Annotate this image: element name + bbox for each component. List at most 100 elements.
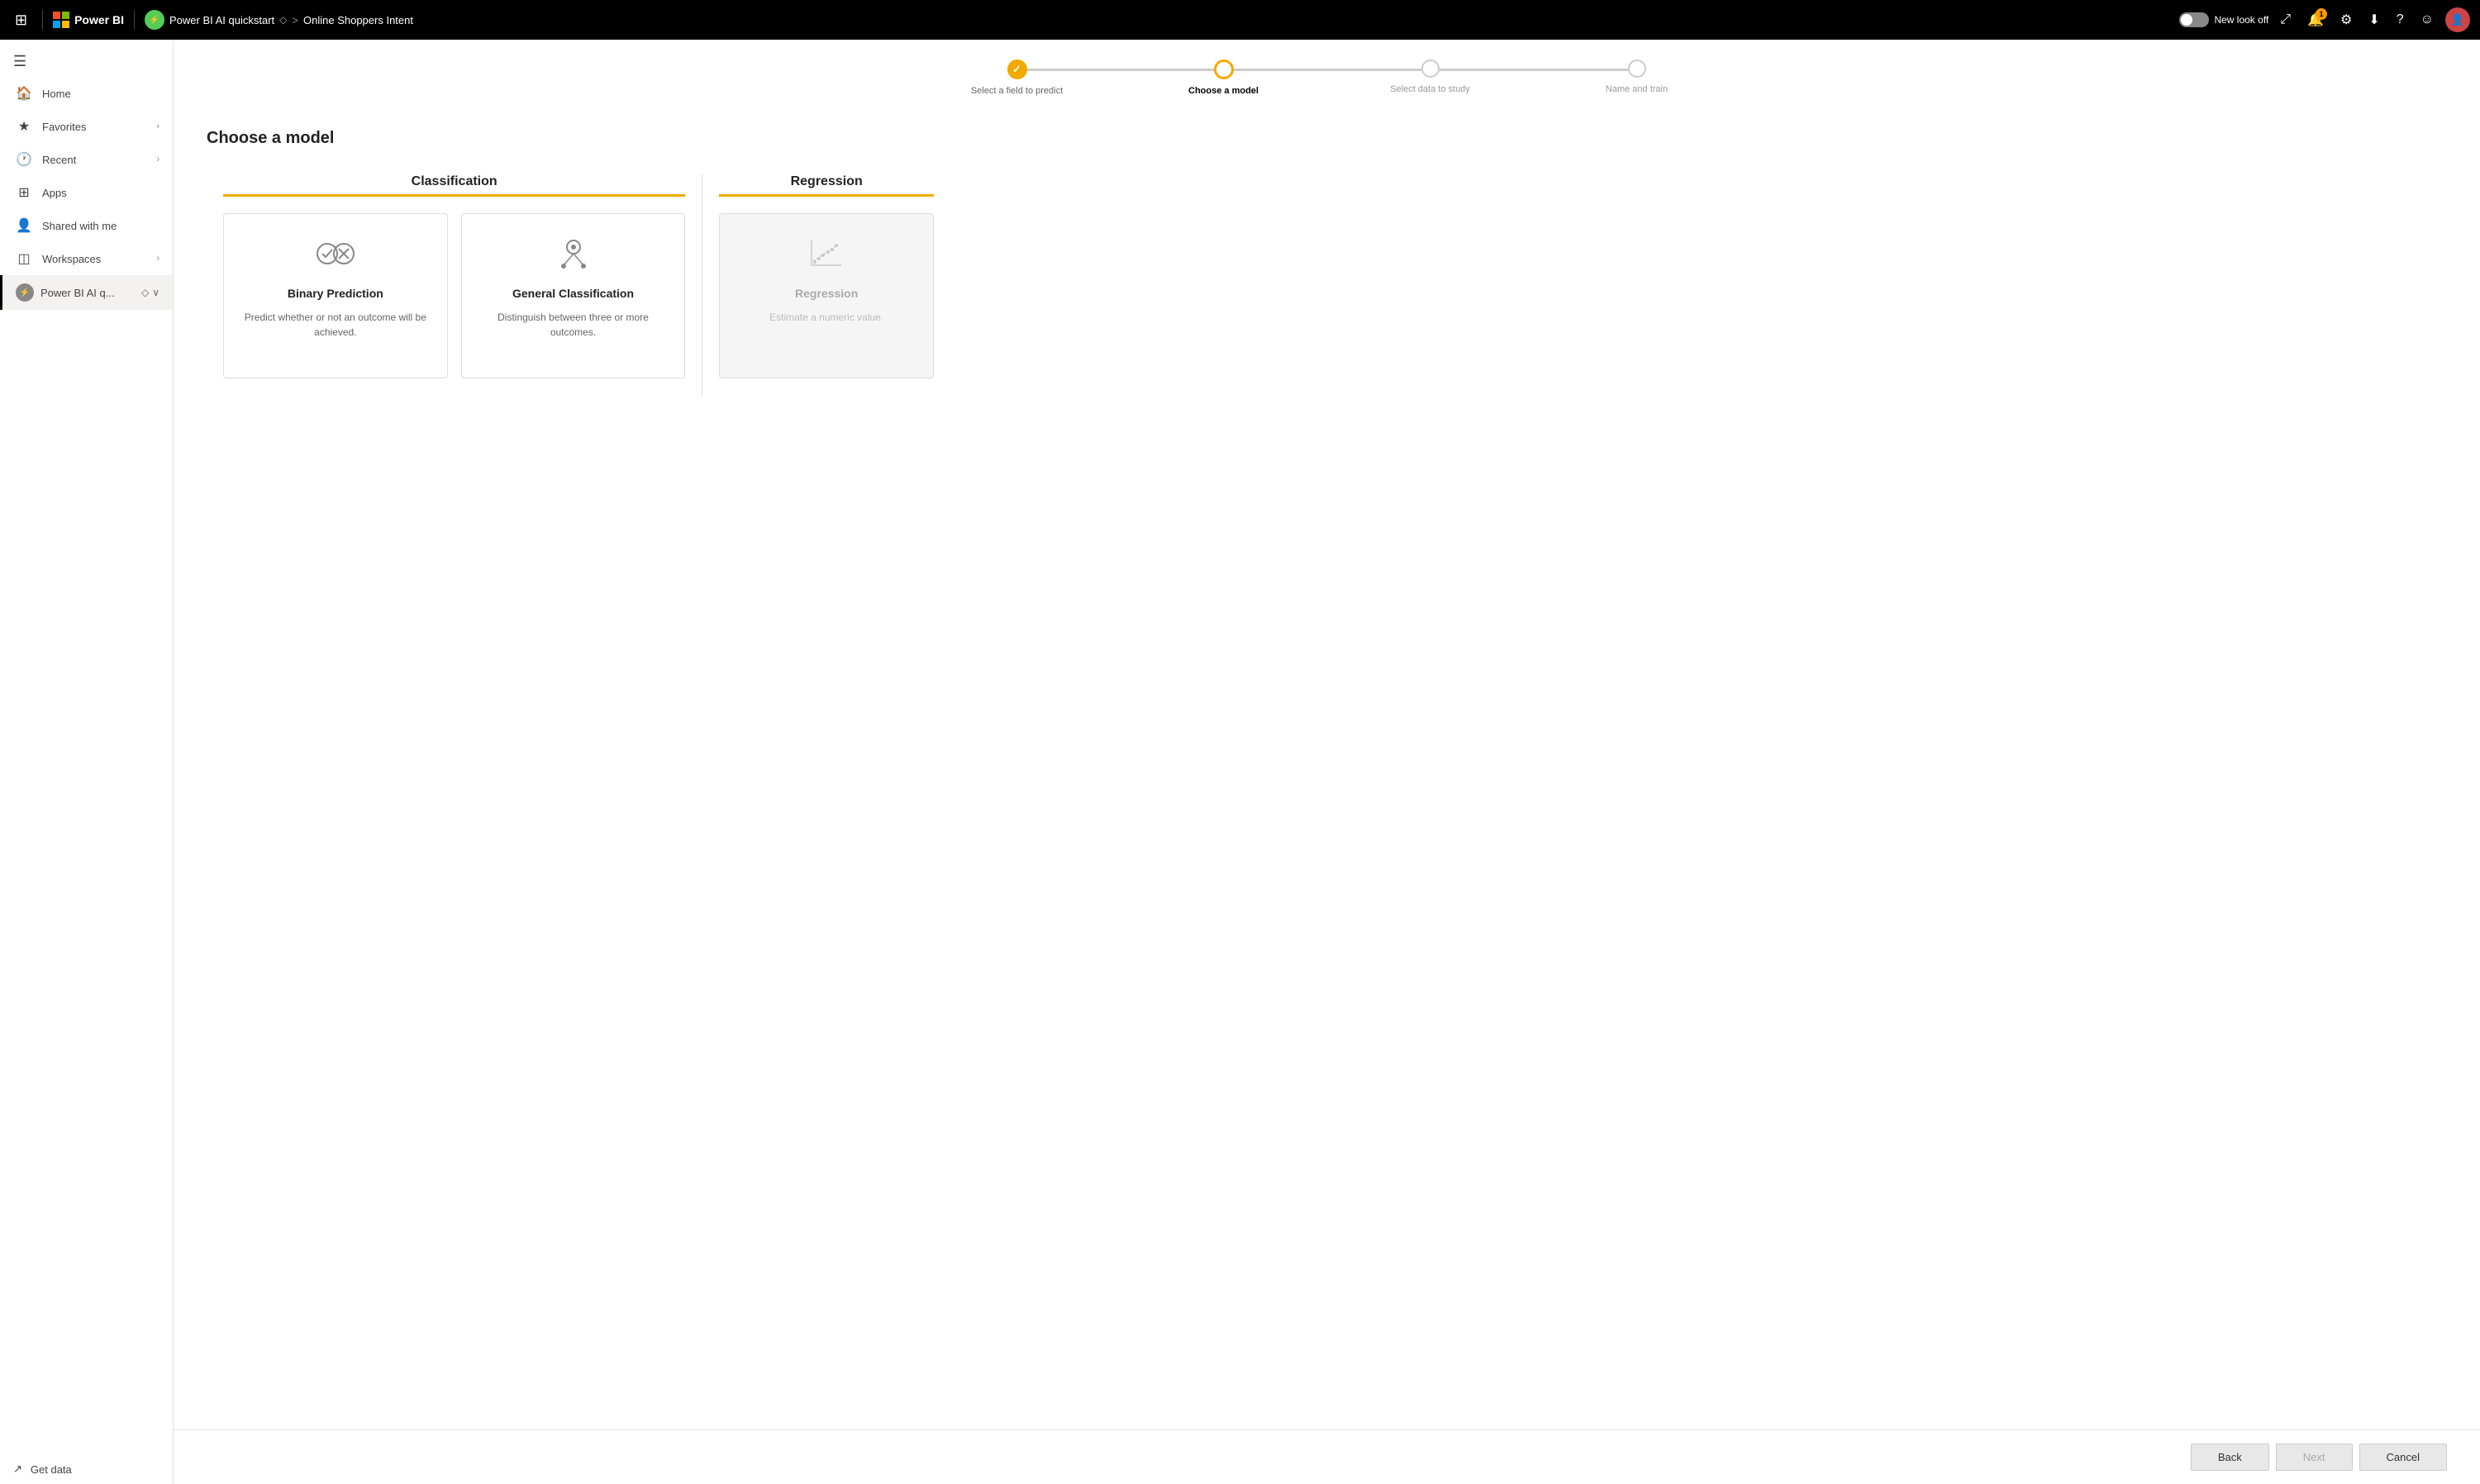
settings-icon[interactable]: ⚙ [2335,7,2357,33]
classification-header: Classification [207,174,702,197]
step-circle-4 [1628,59,1646,78]
step-label-4: Name and train [1606,84,1668,94]
general-classification-icon [554,234,593,273]
ms-red [53,12,60,19]
classification-section: Classification [207,174,702,395]
step-name-train: Name and train [1534,59,1740,94]
next-button[interactable]: Next [2276,1444,2353,1471]
regression-title: Regression [702,174,950,189]
chevron-right-icon: › [156,155,159,164]
sidebar: ☰ 🏠 Home ★ Favorites › 🕐 Recent › ⊞ Apps… [0,40,174,1484]
footer: Back Next Cancel [174,1429,2480,1484]
favorites-label: Favorites [42,121,146,133]
sidebar-item-home[interactable]: 🏠 Home [0,77,173,110]
general-classification-desc: Distinguish between three or more outcom… [475,310,672,340]
microsoft-logo: Power BI [53,12,124,28]
step-label-1: Select a field to predict [971,86,1063,96]
diamond-icon[interactable]: ◇ [141,287,149,298]
toggle-switch[interactable] [2179,12,2209,27]
new-look-toggle[interactable]: New look off [2179,12,2268,27]
main-content: ✓ Select a field to predict Choose a mod… [174,40,2480,1484]
regression-cards: Regression Estimate a numeric value. [702,197,950,395]
get-data-button[interactable]: ↗ Get data [13,1463,159,1476]
breadcrumb-workspace[interactable]: Power BI AI quickstart [169,14,274,26]
sidebar-item-workspaces[interactable]: ◫ Workspaces › [0,242,173,275]
classification-title: Classification [207,174,702,189]
regression-section: Regression [702,174,950,395]
model-sections: Classification [207,174,950,395]
step-select-field: ✓ Select a field to predict [914,59,1121,96]
regression-header: Regression [702,174,950,197]
home-label: Home [42,88,159,100]
apps-label: Apps [42,187,159,199]
stepper: ✓ Select a field to predict Choose a mod… [174,40,2480,109]
nav-divider2 [134,10,135,30]
breadcrumb-separator: > [292,14,298,26]
regression-icon [807,234,846,273]
main-layout: ☰ 🏠 Home ★ Favorites › 🕐 Recent › ⊞ Apps… [0,40,2480,1484]
sidebar-item-apps[interactable]: ⊞ Apps [0,176,173,209]
chevron-down-icon[interactable]: ∨ [152,287,159,298]
binary-prediction-name: Binary Prediction [288,287,383,300]
top-navigation: ⊞ Power BI ⚡ Power BI AI quickstart ◇ > … [0,0,2480,40]
ms-blue [53,21,60,28]
chevron-right-icon: › [156,254,159,264]
classification-cards: Binary Prediction Predict whether or not… [207,197,702,395]
step-select-data: Select data to study [1327,59,1534,94]
notification-badge: 1 [2316,8,2327,20]
general-classification-card[interactable]: General Classification Distinguish betwe… [461,213,686,378]
back-button[interactable]: Back [2191,1444,2269,1471]
favorites-icon: ★ [16,118,32,135]
get-data-label: Get data [31,1463,72,1476]
toggle-label: New look off [2214,14,2268,26]
binary-prediction-desc: Predict whether or not an outcome will b… [237,310,434,340]
microsoft-label: Power BI [74,13,124,26]
chevron-right-icon: › [156,121,159,131]
workspace-icons: ◇ ∨ [141,287,159,298]
sidebar-bottom: ↗ Get data [0,1454,173,1484]
breadcrumb-page: Online Shoppers Intent [303,14,413,26]
grid-icon[interactable]: ⊞ [10,7,32,34]
workspace-circle: ⚡ [16,283,34,302]
breadcrumb-diamond: ◇ [279,14,287,26]
regression-desc: Estimate a numeric value. [769,310,883,325]
sidebar-workspace-item[interactable]: ⚡ Power BI AI q... ◇ ∨ [0,275,173,310]
sidebar-item-recent[interactable]: 🕐 Recent › [0,143,173,176]
page-title: Choose a model [207,129,2447,148]
regression-name: Regression [795,287,858,300]
workspace-icon: ⚡ [145,10,164,30]
page-body: Choose a model Classification [174,109,2480,1429]
ms-logo-squares [53,12,69,28]
download-icon[interactable]: ⬇ [2363,7,2384,33]
topnav-right: New look off ⤢ 🔔 1 ⚙ ⬇ ? ☺ 👤 [2179,7,2470,33]
toggle-knob [2181,14,2192,26]
expand-icon[interactable]: ⤢ [2275,7,2296,32]
sidebar-item-favorites[interactable]: ★ Favorites › [0,110,173,143]
workspaces-icon: ◫ [16,250,32,267]
shared-icon: 👤 [16,217,32,234]
workspaces-label: Workspaces [42,253,146,265]
recent-label: Recent [42,154,146,166]
workspace-name: Power BI AI q... [40,287,135,299]
smiley-icon[interactable]: ☺ [2416,7,2439,32]
step-circle-2 [1214,59,1234,79]
step-label-3: Select data to study [1390,84,1470,94]
home-icon: 🏠 [16,85,32,102]
step-circle-3 [1421,59,1440,78]
apps-icon: ⊞ [16,184,32,201]
sidebar-spacer [0,310,173,1454]
get-data-icon: ↗ [13,1463,22,1476]
cancel-button[interactable]: Cancel [2359,1444,2447,1471]
help-icon[interactable]: ? [2392,7,2409,32]
bell-icon[interactable]: 🔔 1 [2302,7,2329,33]
sidebar-item-shared[interactable]: 👤 Shared with me [0,209,173,242]
step-label-2: Choose a model [1188,86,1259,96]
sidebar-toggle[interactable]: ☰ [0,46,173,77]
step-circle-1: ✓ [1007,59,1027,79]
binary-prediction-card[interactable]: Binary Prediction Predict whether or not… [223,213,448,378]
breadcrumb: ⚡ Power BI AI quickstart ◇ > Online Shop… [145,10,413,30]
ms-green [62,12,69,19]
general-classification-name: General Classification [512,287,634,300]
step-choose-model: Choose a model [1121,59,1327,96]
user-avatar[interactable]: 👤 [2445,7,2470,32]
